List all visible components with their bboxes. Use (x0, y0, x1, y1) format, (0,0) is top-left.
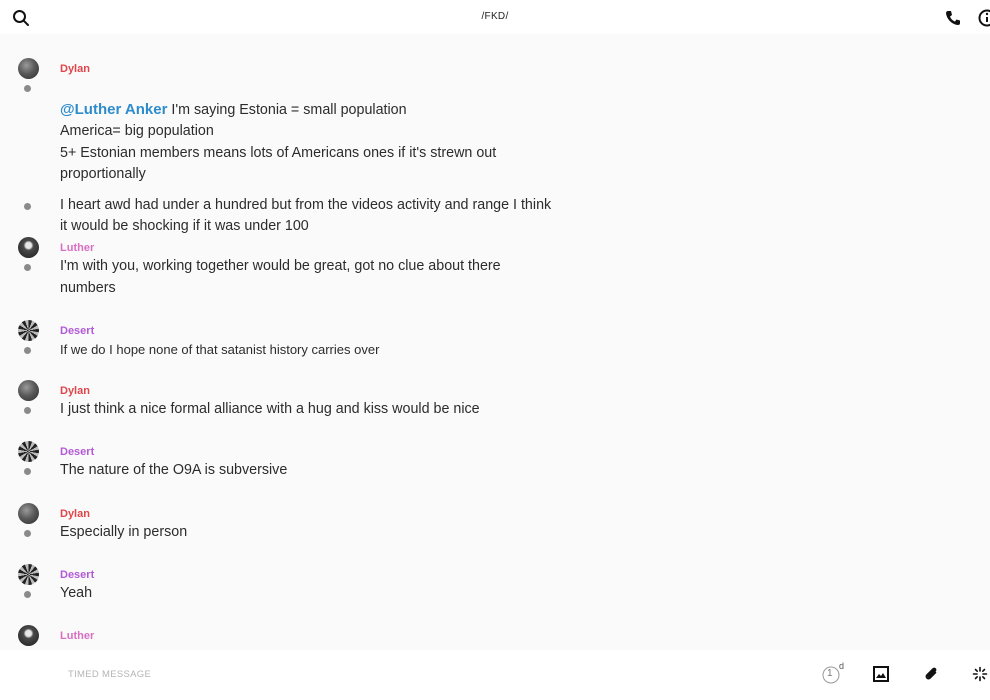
message-group: Desert The nature of the O9A is subversi… (0, 441, 760, 482)
sparkle-icon[interactable] (972, 666, 988, 682)
author-name: Dylan (60, 385, 90, 397)
status-dot (24, 468, 31, 475)
author-name: Desert (60, 446, 95, 458)
message-body: I heart awd had under a hundred but from… (60, 196, 552, 235)
status-dot (24, 264, 31, 271)
composer-bar: TIMED MESSAGE 1 d (0, 650, 990, 700)
message-group: Dylan Especially in person (0, 503, 760, 544)
conversation-title: /FKD/ (481, 11, 509, 22)
top-bar: /FKD/ (0, 0, 990, 34)
timer-unit: d (839, 661, 845, 671)
message-feed[interactable]: Dylan @Luther Anker I'm saying Estonia =… (0, 34, 990, 650)
message-text[interactable]: If we do I hope none of that satanist hi… (24, 339, 560, 361)
message-body: Yeah (60, 585, 93, 601)
avatar[interactable] (18, 625, 39, 646)
avatar[interactable] (18, 237, 39, 258)
message-input[interactable]: TIMED MESSAGE (68, 669, 151, 680)
message-body: Especially in person (60, 524, 188, 540)
avatar[interactable] (18, 441, 39, 462)
message-body: If we do I hope none of that satanist hi… (60, 342, 380, 357)
message-group: Luther (0, 625, 760, 646)
status-dot (24, 202, 31, 210)
message-group: Dylan @Luther Anker I'm saying Estonia =… (0, 58, 760, 238)
message-body: I just think a nice formal alliance with… (60, 401, 480, 417)
author-name: Dylan (60, 63, 90, 75)
message-text[interactable]: The nature of the O9A is subversive (24, 460, 560, 482)
status-dot (24, 85, 31, 92)
message-text[interactable]: I'm with you, working together would be … (24, 256, 560, 299)
status-dot (24, 347, 31, 354)
author-name: Desert (60, 569, 95, 581)
message-group: Desert If we do I hope none of that sata… (0, 320, 760, 361)
image-icon[interactable] (873, 666, 889, 682)
avatar[interactable] (18, 564, 39, 585)
info-icon[interactable] (978, 9, 990, 27)
avatar[interactable] (18, 503, 39, 524)
paperclip-icon[interactable] (923, 666, 939, 682)
message-body: The nature of the O9A is subversive (60, 462, 288, 478)
avatar[interactable] (18, 380, 39, 401)
message-group: Dylan I just think a nice formal allianc… (0, 380, 760, 421)
message-text[interactable]: Yeah (24, 583, 560, 605)
timer-button[interactable]: 1 d (822, 661, 846, 686)
message-text[interactable]: Especially in person (24, 522, 560, 544)
message-text[interactable]: I just think a nice formal alliance with… (24, 399, 560, 421)
avatar[interactable] (18, 58, 39, 79)
phone-icon[interactable] (944, 9, 962, 27)
status-dot (24, 591, 31, 598)
message-body: I'm with you, working together would be … (60, 258, 501, 296)
author-name: Luther (60, 242, 95, 254)
message-group: Luther I'm with you, working together wo… (0, 237, 760, 299)
status-dot (24, 530, 31, 537)
timer-value: 1 (827, 668, 833, 679)
author-name: Dylan (60, 508, 90, 520)
author-name: Luther (60, 630, 95, 642)
status-dot (24, 407, 31, 414)
avatar[interactable] (18, 320, 39, 341)
message-text[interactable]: I heart awd had under a hundred but from… (24, 195, 560, 238)
message-group: Desert Yeah (0, 564, 760, 605)
mention-link[interactable]: @Luther Anker (60, 101, 167, 118)
message-text[interactable]: @Luther Anker I'm saying Estonia = small… (24, 77, 560, 186)
author-name: Desert (60, 325, 95, 337)
